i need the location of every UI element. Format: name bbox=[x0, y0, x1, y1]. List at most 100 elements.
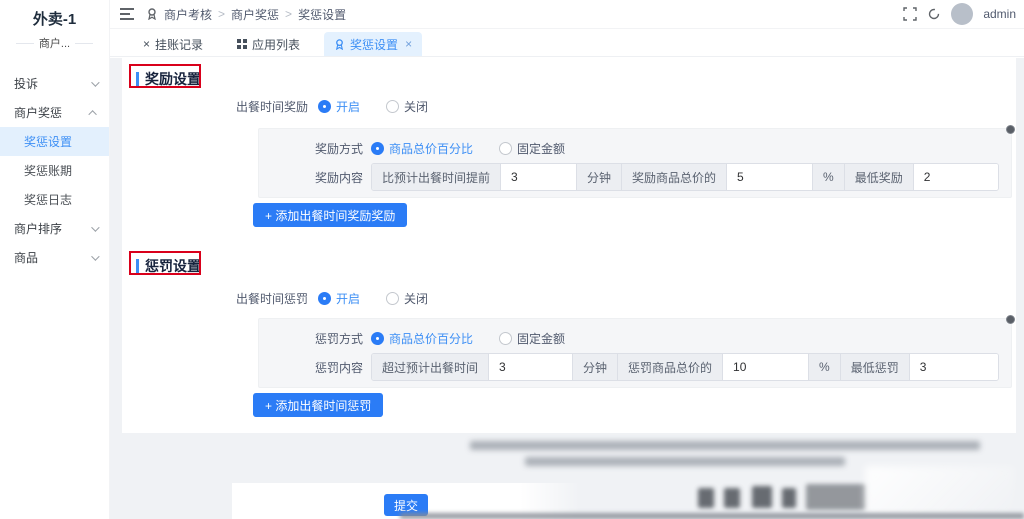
punish-off-label[interactable]: 关闭 bbox=[404, 290, 428, 307]
breadcrumb-item[interactable]: 商户奖惩 bbox=[231, 6, 279, 23]
top-header: 商户考核 > 商户奖惩 > 奖惩设置 admin bbox=[110, 0, 1024, 29]
sidebar-item-complaints[interactable]: 投诉 bbox=[0, 69, 109, 98]
collapse-sidebar-icon[interactable] bbox=[120, 8, 134, 20]
punish-percent-input[interactable] bbox=[723, 354, 810, 380]
sidebar-item-merchant-sort[interactable]: 商户排序 bbox=[0, 214, 109, 243]
punish-min-input[interactable] bbox=[909, 354, 998, 380]
blurred-watermark bbox=[782, 488, 796, 508]
punish-content-label: 惩罚内容 bbox=[314, 360, 363, 375]
close-icon[interactable]: × bbox=[405, 37, 412, 51]
breadcrumb-item[interactable]: 商户考核 bbox=[164, 6, 212, 23]
blurred-bottom-band bbox=[400, 513, 1024, 519]
punish-on-radio[interactable] bbox=[318, 292, 331, 305]
punish-on-label[interactable]: 开启 bbox=[336, 290, 360, 307]
sidebar-item-reward-log[interactable]: 奖惩日志 bbox=[0, 185, 109, 214]
punish-min-addon: 最低惩罚 bbox=[840, 354, 910, 380]
reward-toggle-label: 出餐时间奖励 bbox=[235, 100, 308, 114]
tab-ledger-records[interactable]: × 挂账记录 bbox=[133, 32, 213, 56]
punish-toggle-row: 出餐时间惩罚 开启 关闭 bbox=[122, 290, 682, 307]
medal-icon bbox=[148, 8, 156, 20]
reward-method-label: 奖励方式 bbox=[314, 141, 363, 156]
punish-method-fixed-label[interactable]: 固定金额 bbox=[517, 330, 565, 347]
reward-on-radio[interactable] bbox=[318, 100, 331, 113]
blurred-text-line bbox=[525, 457, 845, 466]
fullscreen-icon[interactable] bbox=[903, 7, 918, 21]
punish-off-radio[interactable] bbox=[386, 292, 400, 305]
blurred-watermark bbox=[698, 488, 714, 508]
breadcrumb-item[interactable]: 奖惩设置 bbox=[298, 6, 346, 23]
punish-minutes-input[interactable] bbox=[489, 354, 574, 380]
punish-prefix-addon: 超过预计出餐时间 bbox=[372, 354, 490, 380]
reward-on-label[interactable]: 开启 bbox=[336, 98, 360, 115]
blurred-text-line bbox=[470, 441, 980, 450]
punish-percent-addon: 惩罚商品总价的 bbox=[618, 354, 724, 380]
reward-panel: 奖励方式 商品总价百分比 固定金额 奖励内容 比预计出餐时间提前 分钟 奖励商品… bbox=[258, 125, 1015, 198]
reward-minutes-input[interactable] bbox=[501, 164, 578, 190]
section-title-bar bbox=[136, 72, 139, 86]
breadcrumb-separator: > bbox=[285, 7, 293, 21]
punish-method-label: 惩罚方式 bbox=[314, 331, 363, 346]
add-reward-button[interactable]: + 添加出餐时间奖励奖励 bbox=[253, 203, 408, 227]
reward-content-label: 奖励内容 bbox=[314, 170, 363, 185]
chevron-down-icon bbox=[91, 251, 100, 261]
app-subtitle: 商户... bbox=[0, 35, 109, 51]
reward-method-percent-label[interactable]: 商品总价百分比 bbox=[389, 140, 473, 157]
content-card: 奖励设置 出餐时间奖励 开启 关闭 奖励方式 商品总价百分比 固定金额 奖励内容… bbox=[122, 58, 1016, 433]
reward-prefix-addon: 比预计出餐时间提前 bbox=[372, 164, 502, 190]
header-actions: admin bbox=[903, 3, 1016, 25]
sidebar-item-goods[interactable]: 商品 bbox=[0, 243, 109, 272]
punish-section-title: 惩罚设置 bbox=[136, 256, 201, 276]
punish-content-row: 惩罚内容 超过预计出餐时间 分钟 惩罚商品总价的 % 最低惩罚 元 bbox=[259, 353, 999, 381]
avatar[interactable] bbox=[951, 3, 974, 25]
x-icon: × bbox=[143, 37, 151, 51]
reward-input-group: 比预计出餐时间提前 分钟 奖励商品总价的 % 最低奖励 元 bbox=[371, 163, 999, 191]
punish-minutes-unit: 分钟 bbox=[573, 354, 619, 380]
reward-off-label[interactable]: 关闭 bbox=[404, 98, 428, 115]
reward-content-row: 奖励内容 比预计出餐时间提前 分钟 奖励商品总价的 % 最低奖励 元 bbox=[259, 163, 999, 191]
reward-toggle-row: 出餐时间奖励 开启 关闭 bbox=[122, 98, 682, 115]
add-punish-button[interactable]: + 添加出餐时间惩罚 bbox=[253, 393, 384, 417]
tab-app-list[interactable]: 应用列表 bbox=[227, 32, 310, 56]
chevron-up-icon bbox=[88, 109, 97, 119]
chevron-down-icon bbox=[91, 77, 100, 87]
punish-method-percent-label[interactable]: 商品总价百分比 bbox=[389, 330, 473, 347]
refresh-icon[interactable] bbox=[927, 7, 941, 21]
blurred-watermark bbox=[752, 486, 772, 508]
annotation-handle-dot bbox=[1006, 315, 1015, 324]
blurred-watermark bbox=[806, 484, 866, 510]
main-area: 奖励设置 出餐时间奖励 开启 关闭 奖励方式 商品总价百分比 固定金额 奖励内容… bbox=[110, 58, 1024, 519]
breadcrumb-separator: > bbox=[218, 7, 226, 21]
medal-icon bbox=[336, 38, 344, 50]
grid-icon bbox=[237, 39, 248, 49]
section-title-bar bbox=[136, 259, 139, 273]
sidebar-item-merchant-reward-punish[interactable]: 商户奖惩 bbox=[0, 98, 109, 127]
sidebar: 外卖-1 商户... 投诉 商户奖惩 奖惩设置 奖惩账期 奖惩日志 商户排序 商… bbox=[0, 0, 110, 519]
punish-method-row: 惩罚方式 商品总价百分比 固定金额 bbox=[259, 327, 591, 349]
blurred-watermark bbox=[724, 488, 740, 508]
sidebar-item-reward-settings[interactable]: 奖惩设置 bbox=[0, 127, 109, 156]
chevron-down-icon bbox=[91, 222, 100, 232]
reward-percent-input[interactable] bbox=[727, 164, 814, 190]
punish-percent-unit: % bbox=[809, 354, 841, 380]
tab-bar: × 挂账记录 应用列表 奖惩设置 × bbox=[110, 29, 1024, 57]
reward-percent-addon: 奖励商品总价的 bbox=[622, 164, 728, 190]
reward-section-title: 奖励设置 bbox=[136, 69, 201, 89]
tab-reward-settings[interactable]: 奖惩设置 × bbox=[324, 32, 423, 56]
breadcrumb: 商户考核 > 商户奖惩 > 奖惩设置 bbox=[146, 6, 346, 23]
punish-method-percent-radio[interactable] bbox=[371, 331, 384, 345]
punish-toggle-label: 出餐时间惩罚 bbox=[235, 292, 308, 306]
punish-input-group: 超过预计出餐时间 分钟 惩罚商品总价的 % 最低惩罚 元 bbox=[371, 353, 999, 381]
sidebar-item-reward-period[interactable]: 奖惩账期 bbox=[0, 156, 109, 185]
reward-minutes-unit: 分钟 bbox=[577, 164, 623, 190]
reward-min-addon: 最低奖励 bbox=[844, 164, 914, 190]
username[interactable]: admin bbox=[983, 7, 1016, 21]
blurred-highlight bbox=[865, 466, 1015, 519]
reward-method-fixed-label[interactable]: 固定金额 bbox=[517, 140, 565, 157]
reward-method-fixed-radio[interactable] bbox=[499, 141, 513, 155]
punish-method-fixed-radio[interactable] bbox=[499, 331, 513, 345]
annotation-handle-dot bbox=[1006, 125, 1015, 134]
reward-off-radio[interactable] bbox=[386, 100, 400, 113]
punish-panel: 惩罚方式 商品总价百分比 固定金额 惩罚内容 超过预计出餐时间 分钟 惩罚商品总… bbox=[258, 315, 1015, 388]
reward-method-percent-radio[interactable] bbox=[371, 141, 384, 155]
reward-min-input[interactable] bbox=[913, 164, 998, 190]
